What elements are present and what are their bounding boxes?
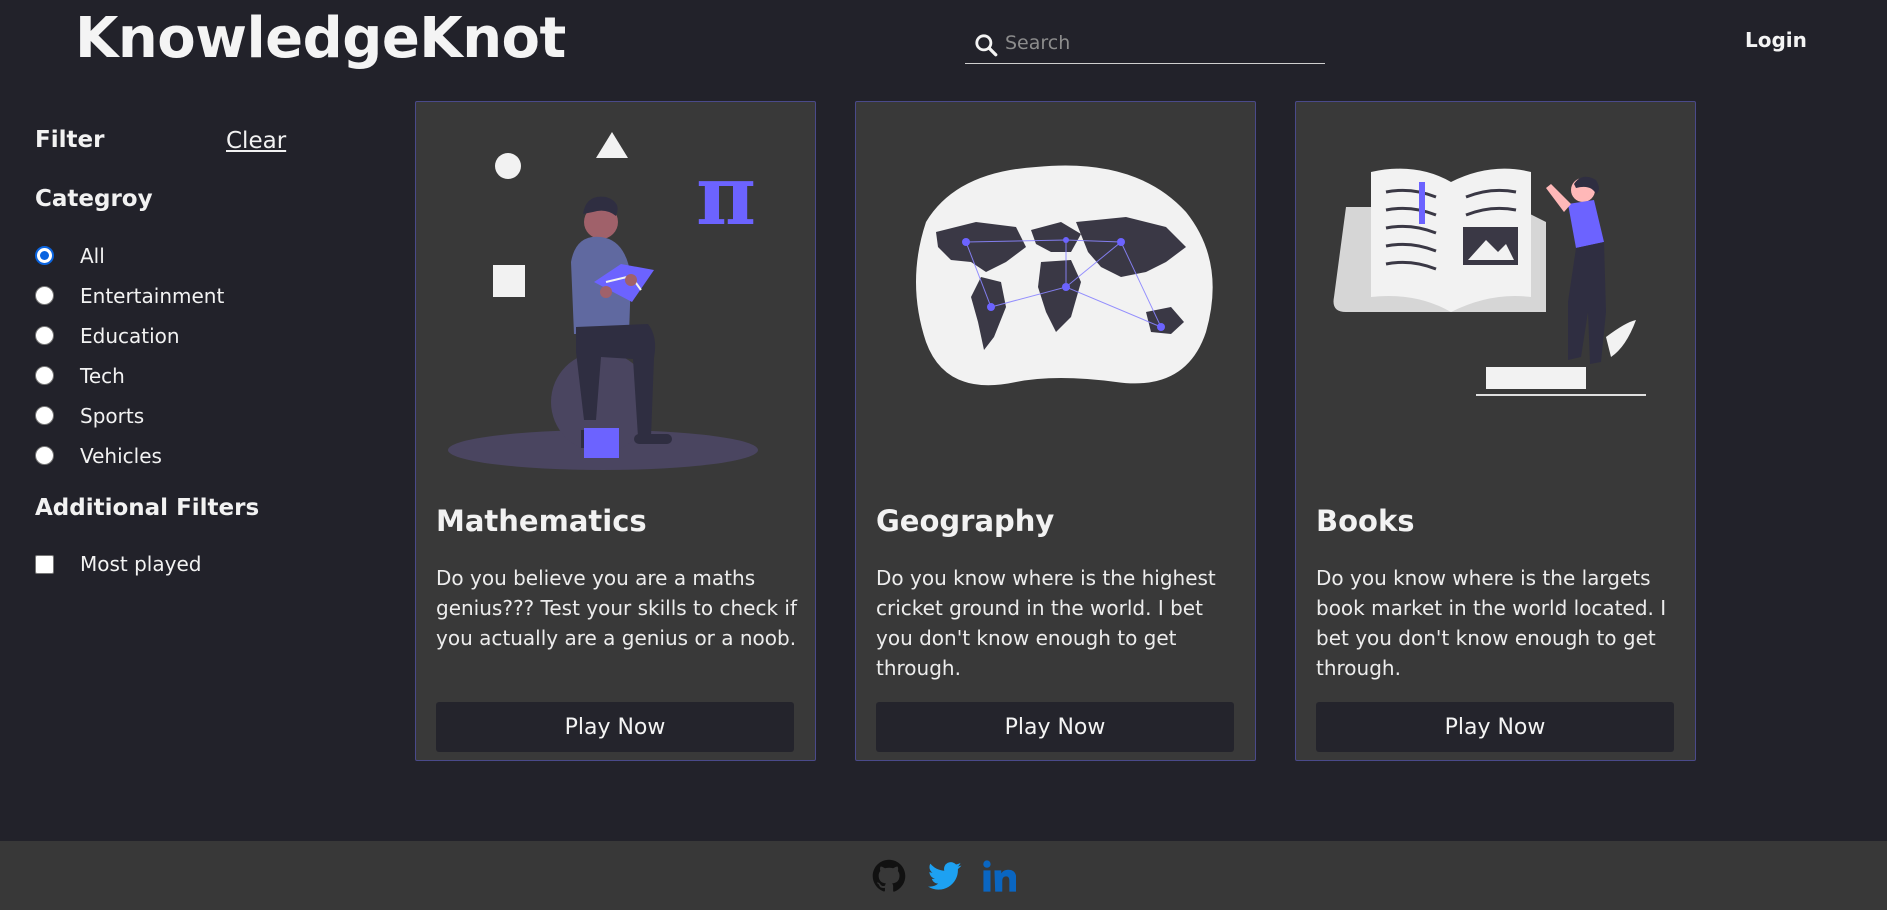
filter-header: Filter Clear: [35, 120, 335, 160]
twitter-icon[interactable]: [928, 859, 962, 893]
category-radio[interactable]: [35, 406, 54, 425]
math-illustration: π: [448, 132, 758, 470]
card-description: Do you know where is the highest cricket…: [876, 566, 1216, 680]
category-label: Entertainment: [80, 284, 225, 308]
card-title: Mathematics: [436, 504, 647, 538]
play-now-button[interactable]: Play Now: [876, 702, 1234, 752]
quiz-card-mathematics: π Mathematics Do you believe you are a m…: [415, 101, 816, 761]
category-label: Tech: [80, 364, 125, 388]
world-map-illustration: [916, 165, 1213, 386]
additional-filters-title: Additional Filters: [35, 495, 260, 521]
login-button[interactable]: Login: [1745, 28, 1807, 52]
books-illustration: [1333, 168, 1646, 396]
card-title: Geography: [876, 504, 1055, 538]
card-description: Do you know where is the largets book ma…: [1316, 566, 1667, 680]
category-title: Categroy: [35, 186, 153, 212]
category-label: Education: [80, 324, 180, 348]
filter-sidebar: Filter Clear Categroy All Entertainment …: [35, 120, 335, 576]
header: KnowledgeKnot Login: [0, 0, 1887, 95]
most-played-option[interactable]: Most played: [35, 550, 285, 580]
search-icon: [975, 34, 998, 57]
most-played-label: Most played: [80, 552, 202, 576]
category-radio[interactable]: [35, 366, 54, 385]
clear-filters-link[interactable]: Clear: [226, 128, 286, 154]
search-bar[interactable]: [965, 24, 1325, 64]
category-radio[interactable]: [35, 446, 54, 465]
card-description: Do you believe you are a maths genius???…: [436, 566, 797, 650]
github-icon[interactable]: [872, 859, 906, 893]
category-radio[interactable]: [35, 246, 54, 265]
most-played-checkbox[interactable]: [35, 555, 54, 574]
card-title: Books: [1316, 504, 1415, 538]
footer: [0, 841, 1887, 910]
quiz-card-books: Books Do you know where is the largets b…: [1295, 101, 1696, 761]
category-label: Sports: [80, 404, 145, 428]
linkedin-icon[interactable]: [982, 859, 1016, 893]
category-radio[interactable]: [35, 286, 54, 305]
filter-title: Filter: [35, 127, 105, 153]
category-radio[interactable]: [35, 326, 54, 345]
play-now-button[interactable]: Play Now: [436, 702, 794, 752]
search-input[interactable]: [1005, 26, 1315, 60]
svg-text:π: π: [696, 148, 756, 244]
quiz-card-geography: Geography Do you know where is the highe…: [855, 101, 1256, 761]
site-logo[interactable]: KnowledgeKnot: [75, 6, 566, 71]
category-label: Vehicles: [80, 444, 162, 468]
category-label: All: [80, 244, 105, 268]
play-now-button[interactable]: Play Now: [1316, 702, 1674, 752]
